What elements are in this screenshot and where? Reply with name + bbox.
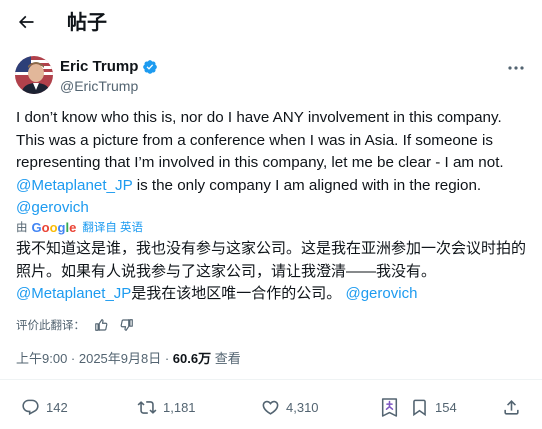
view-count: 60.6万 bbox=[172, 351, 212, 366]
tweet-text: I don’t know who this is, nor do I have … bbox=[16, 107, 531, 220]
reply-count: 142 bbox=[46, 399, 68, 415]
like-count: 4,310 bbox=[286, 399, 319, 415]
retweet-icon bbox=[137, 400, 157, 414]
more-options-button[interactable] bbox=[506, 60, 526, 76]
share-icon bbox=[504, 399, 519, 415]
reply-icon bbox=[22, 399, 39, 415]
translated-body-text-2: 是我在该地区唯一合作的公司。 bbox=[131, 285, 342, 303]
more-dots-icon bbox=[508, 66, 524, 70]
action-bar: 142 1,181 4,310 154 bbox=[0, 392, 542, 422]
reply-button[interactable]: 142 bbox=[21, 392, 68, 422]
like-button[interactable]: 4,310 bbox=[261, 392, 319, 422]
translation-attribution: 由 Google 翻译自 英语 bbox=[16, 219, 143, 235]
page-title: 帖子 bbox=[67, 12, 107, 34]
back-button[interactable] bbox=[10, 6, 42, 38]
thumbs-up-button[interactable] bbox=[91, 315, 111, 335]
bookmark-icon bbox=[413, 399, 426, 416]
author-name-row[interactable]: Eric Trump bbox=[60, 58, 158, 76]
thumbs-down-button[interactable] bbox=[117, 315, 137, 335]
views-label: 查看 bbox=[211, 351, 241, 366]
mention-link-2[interactable]: @gerovich bbox=[16, 199, 89, 216]
author-name[interactable]: Eric Trump bbox=[60, 58, 138, 76]
divider bbox=[0, 379, 542, 380]
translated-from-link[interactable]: 翻译自 英语 bbox=[82, 219, 143, 235]
google-logo: Google bbox=[31, 219, 77, 235]
bookmark-button[interactable]: 154 bbox=[410, 392, 457, 422]
retweet-button[interactable]: 1,181 bbox=[137, 392, 196, 422]
tweet-body-text: I don’t know who this is, nor do I have … bbox=[16, 109, 504, 172]
verified-badge-icon bbox=[143, 60, 158, 74]
mention-link[interactable]: @Metaplanet_JP bbox=[16, 177, 132, 194]
top-bar: 帖子 bbox=[0, 0, 542, 46]
arrow-left-icon bbox=[18, 15, 34, 29]
avatar[interactable] bbox=[15, 56, 53, 94]
translation-by-label: 由 bbox=[16, 222, 28, 234]
grok-icon bbox=[381, 397, 398, 417]
translated-mention-link[interactable]: @Metaplanet_JP bbox=[16, 285, 131, 302]
thumbs-up-icon bbox=[95, 319, 108, 331]
heart-icon bbox=[262, 400, 279, 415]
translated-mention-link-2[interactable]: @gerovich bbox=[345, 285, 417, 302]
tweet-body-text-2: is the only company I am aligned with in… bbox=[132, 176, 482, 194]
bookmark-count: 154 bbox=[435, 399, 457, 415]
tweet-meta: 上午9:00 · 2025年9月8日 · 60.6万 查看 bbox=[16, 350, 241, 368]
author-handle[interactable]: @EricTrump bbox=[60, 78, 138, 95]
grok-button[interactable] bbox=[381, 392, 398, 422]
rate-translation-label: 评价此翻译： bbox=[16, 320, 85, 332]
translated-text: 我不知道这是谁，我也没有参与这家公司。这是我在亚洲参加一次会议时拍的照片。如果有… bbox=[16, 238, 531, 306]
share-button[interactable] bbox=[502, 392, 521, 422]
retweet-count: 1,181 bbox=[163, 399, 196, 415]
thumbs-down-icon bbox=[120, 319, 133, 331]
translated-body-text: 我不知道这是谁，我也没有参与这家公司。这是我在亚洲参加一次会议时拍的照片。如果有… bbox=[16, 240, 527, 280]
timestamp[interactable]: 上午9:00 · 2025年9月8日 · bbox=[16, 351, 173, 366]
rate-translation-row: 评价此翻译： bbox=[16, 315, 137, 335]
